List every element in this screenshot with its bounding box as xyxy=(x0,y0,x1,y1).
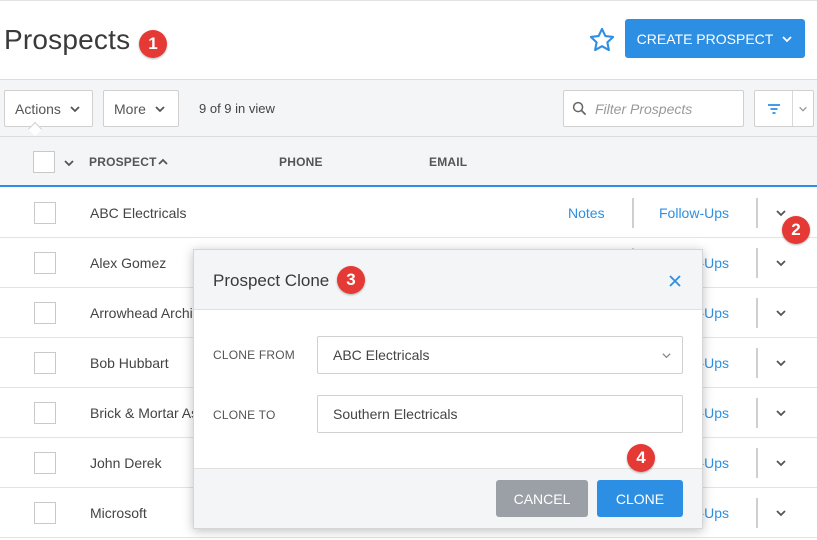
filter-icon xyxy=(767,103,780,114)
chevron-down-icon[interactable] xyxy=(775,457,787,469)
divider xyxy=(756,248,758,278)
follow-ups-link[interactable]: Follow-Ups xyxy=(659,205,729,221)
row-checkbox[interactable] xyxy=(34,452,56,474)
more-button[interactable]: More xyxy=(103,90,179,127)
chevron-down-icon[interactable] xyxy=(775,307,787,319)
table-row[interactable]: ABC Electricals Notes Follow-Ups xyxy=(0,188,817,238)
row-checkbox[interactable] xyxy=(34,302,56,324)
divider xyxy=(756,498,758,528)
prospect-name[interactable]: Microsoft xyxy=(90,505,147,521)
create-prospect-label: CREATE PROSPECT xyxy=(636,30,774,47)
row-checkbox[interactable] xyxy=(34,402,56,424)
chevron-down-icon[interactable] xyxy=(775,207,787,219)
column-email[interactable]: EMAIL xyxy=(429,155,467,169)
divider xyxy=(756,398,758,428)
row-checkbox[interactable] xyxy=(34,352,56,374)
clone-to-label: CLONE TO xyxy=(213,408,276,422)
prospect-name[interactable]: Alex Gomez xyxy=(90,255,166,271)
chevron-down-icon xyxy=(799,106,807,112)
clone-to-value[interactable]: Southern Electricals xyxy=(333,406,458,422)
step-badge-1: 1 xyxy=(139,30,167,58)
star-icon[interactable] xyxy=(588,26,616,54)
chevron-down-icon xyxy=(155,105,165,112)
chevron-down-icon[interactable] xyxy=(775,507,787,519)
chevron-down-icon[interactable] xyxy=(775,407,787,419)
filter-button[interactable] xyxy=(754,90,814,127)
clone-from-label: CLONE FROM xyxy=(213,348,296,362)
prospect-name[interactable]: ABC Electricals xyxy=(90,205,186,221)
divider xyxy=(756,448,758,478)
toolbar: Actions More 9 of 9 in view xyxy=(0,79,817,137)
prospect-clone-dialog: Prospect Clone 3 CLONE FROM ABC Electric… xyxy=(193,249,703,529)
row-checkbox[interactable] xyxy=(34,252,56,274)
step-badge-2: 2 xyxy=(782,216,810,244)
page-title: Prospects xyxy=(4,24,131,55)
top-border xyxy=(0,0,817,4)
step-badge-4: 4 xyxy=(627,444,655,472)
filter-prospects-field[interactable] xyxy=(563,90,744,127)
divider xyxy=(756,198,758,228)
divider xyxy=(756,298,758,328)
row-checkbox[interactable] xyxy=(34,502,56,524)
search-icon xyxy=(572,101,587,116)
prospect-name[interactable]: John Derek xyxy=(90,455,162,471)
select-all-checkbox[interactable] xyxy=(33,151,55,173)
actions-label: Actions xyxy=(15,100,61,117)
chevron-down-icon[interactable] xyxy=(775,357,787,369)
column-phone[interactable]: PHONE xyxy=(279,155,323,169)
dialog-title: Prospect Clone xyxy=(213,271,330,290)
table-header: PROSPECT PHONE EMAIL xyxy=(0,136,817,187)
divider xyxy=(756,348,758,378)
chevron-down-icon[interactable] xyxy=(63,157,75,169)
clone-to-field[interactable]: Southern Electricals xyxy=(317,395,683,433)
sort-ascending-icon[interactable] xyxy=(157,156,169,168)
step-badge-3: 3 xyxy=(337,266,365,294)
dialog-footer: CANCEL CLONE xyxy=(194,468,702,528)
chevron-down-icon[interactable] xyxy=(775,257,787,269)
clone-button[interactable]: CLONE xyxy=(597,480,683,517)
prospect-name[interactable]: Bob Hubbart xyxy=(90,355,169,371)
row-checkbox[interactable] xyxy=(34,202,56,224)
filter-dropdown[interactable] xyxy=(793,91,813,126)
chevron-down-icon xyxy=(782,35,792,42)
close-icon[interactable] xyxy=(668,274,682,288)
column-prospect[interactable]: PROSPECT xyxy=(89,155,157,169)
divider xyxy=(632,198,634,228)
actions-button[interactable]: Actions xyxy=(4,90,93,127)
create-prospect-button[interactable]: CREATE PROSPECT xyxy=(625,19,805,58)
cancel-button[interactable]: CANCEL xyxy=(496,480,588,517)
clone-from-value: ABC Electricals xyxy=(333,347,430,363)
filter-prospects-input[interactable] xyxy=(595,100,735,117)
view-count: 9 of 9 in view xyxy=(199,101,275,116)
chevron-down-icon xyxy=(662,353,671,359)
clone-from-select[interactable]: ABC Electricals xyxy=(317,336,683,374)
more-label: More xyxy=(114,100,146,117)
notes-link[interactable]: Notes xyxy=(568,205,605,221)
chevron-down-icon xyxy=(70,105,80,112)
dialog-header: Prospect Clone xyxy=(194,250,702,310)
filter-toggle[interactable] xyxy=(755,91,793,126)
